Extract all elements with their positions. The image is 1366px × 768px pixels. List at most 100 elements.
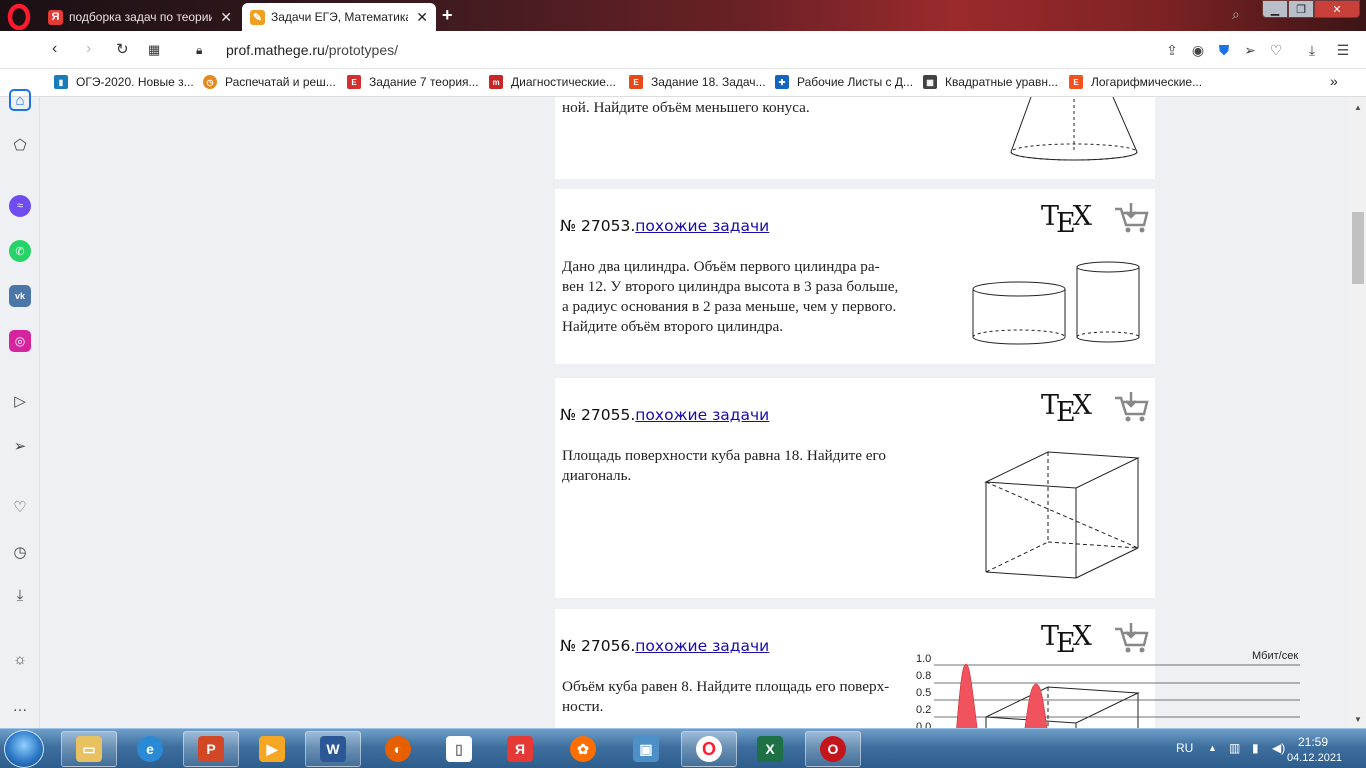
bookmark-item[interactable]: Е Логарифмические... bbox=[1069, 75, 1202, 89]
language-indicator[interactable]: RU bbox=[1176, 741, 1193, 755]
instagram-icon[interactable]: ◎ bbox=[9, 330, 31, 352]
taskbar-explorer[interactable]: ▭ bbox=[61, 731, 117, 767]
book-icon: ▮ bbox=[54, 75, 68, 89]
problem-text: Площадь поверхности куба равна 18. Найди… bbox=[562, 447, 886, 484]
bookmark-item[interactable]: Е Задание 18. Задач... bbox=[629, 75, 766, 89]
close-icon[interactable]: ✕ bbox=[408, 9, 428, 26]
heart-icon[interactable]: ♡ bbox=[9, 496, 31, 518]
clock-date[interactable]: 04.12.2021 bbox=[1287, 752, 1342, 764]
clock-time[interactable]: 21:59 bbox=[1298, 735, 1328, 749]
player-icon[interactable]: ▷ bbox=[9, 390, 31, 412]
vertical-scrollbar[interactable]: ▲ ▼ bbox=[1350, 97, 1366, 728]
bookmark-item[interactable]: m Диагностические... bbox=[489, 75, 616, 89]
easy-setup-icon[interactable]: ☰ bbox=[1334, 41, 1352, 59]
scroll-thumb[interactable] bbox=[1352, 212, 1364, 284]
cart-icon[interactable] bbox=[1113, 390, 1149, 424]
reel-icon: ✿ bbox=[570, 736, 596, 762]
close-icon[interactable]: ✕ bbox=[212, 9, 232, 26]
page-content: ной. Найдите объём меньшего конуса. № 27… bbox=[41, 97, 1350, 728]
similar-problems-link[interactable]: похожие задачи bbox=[635, 637, 769, 655]
bookmark-item[interactable]: ▦ Квадратные уравн... bbox=[923, 75, 1058, 89]
messenger-icon[interactable]: ≈ bbox=[9, 195, 31, 217]
cart-icon[interactable] bbox=[1113, 201, 1149, 235]
problem-card: ной. Найдите объём меньшего конуса. bbox=[555, 97, 1155, 179]
word-icon: W bbox=[320, 736, 346, 762]
similar-problems-link[interactable]: похожие задачи bbox=[635, 406, 769, 424]
tab-yandex[interactable]: Я подборка задач по теории ✕ bbox=[40, 3, 240, 31]
send-icon[interactable]: ➢ bbox=[1241, 41, 1259, 59]
bookmark-item[interactable]: Е Задание 7 теория... bbox=[347, 75, 479, 89]
taskbar-yandex[interactable]: Я bbox=[492, 731, 548, 767]
bookmark-item[interactable]: ◷ Распечатай и реш... bbox=[203, 75, 336, 89]
cylinders-figure bbox=[972, 261, 1140, 345]
lock-icon[interactable]: 🔒︎ bbox=[196, 43, 202, 58]
vpn-shield-icon[interactable]: ⛊ bbox=[1215, 41, 1233, 59]
network-icon[interactable]: ▥ bbox=[1229, 741, 1240, 755]
plus-icon: ✚ bbox=[775, 75, 789, 89]
traffic-spike bbox=[955, 663, 979, 734]
gadget-icon: ▣ bbox=[633, 736, 659, 762]
more-icon[interactable]: … bbox=[9, 695, 31, 717]
document-icon: ▯ bbox=[446, 736, 472, 762]
taskbar-firefox[interactable]: ◐ bbox=[370, 731, 426, 767]
problem-number: № 27053.похожие задачи bbox=[560, 217, 770, 235]
similar-problems-link[interactable]: похожие задачи bbox=[635, 217, 769, 235]
battery-icon[interactable]: ▮ bbox=[1252, 741, 1259, 755]
vk-icon[interactable]: vk bbox=[9, 285, 31, 307]
speed-dial-icon[interactable]: ⬠ bbox=[9, 134, 31, 156]
taskbar-notepad[interactable]: ▯ bbox=[431, 731, 487, 767]
download-icon[interactable]: ⤓ bbox=[9, 584, 31, 606]
tex-button[interactable]: TEX bbox=[1041, 390, 1092, 428]
taskbar-ie[interactable]: e bbox=[122, 731, 178, 767]
ege-icon: Е bbox=[347, 75, 361, 89]
bookmark-item[interactable]: ✚ Рабочие Листы с Д... bbox=[775, 75, 913, 89]
cube-figure bbox=[984, 451, 1140, 579]
reload-icon[interactable]: ↻ bbox=[116, 40, 129, 58]
taskbar-opera[interactable]: O bbox=[681, 731, 737, 767]
scroll-up-icon[interactable]: ▲ bbox=[1354, 103, 1362, 112]
opera-menu-icon[interactable] bbox=[6, 4, 32, 30]
problem-text: ной. Найдите объём меньшего конуса. bbox=[562, 99, 810, 116]
maximize-button[interactable]: ❐ bbox=[1288, 0, 1314, 18]
taskbar-gadget[interactable]: ▣ bbox=[618, 731, 674, 767]
back-icon[interactable]: ‹ bbox=[52, 40, 57, 58]
heart-icon[interactable]: ♡ bbox=[1267, 41, 1285, 59]
bookmarks-overflow-icon[interactable]: » bbox=[1330, 73, 1338, 89]
camera-icon[interactable]: ◉ bbox=[1189, 41, 1207, 59]
bookmark-item[interactable]: ▮ ОГЭ-2020. Новые з... bbox=[54, 75, 194, 89]
history-icon[interactable]: ◷ bbox=[9, 541, 31, 563]
forward-icon[interactable]: › bbox=[86, 40, 91, 58]
whatsapp-icon[interactable]: ✆ bbox=[9, 240, 31, 262]
url-field[interactable]: prof.mathege.ru/prototypes/ bbox=[226, 42, 398, 58]
ege-icon: Е bbox=[629, 75, 643, 89]
taskbar-powerpoint[interactable]: P bbox=[183, 731, 239, 767]
taskbar-excel[interactable]: X bbox=[742, 731, 798, 767]
taskbar-word[interactable]: W bbox=[305, 731, 361, 767]
taskbar-reel[interactable]: ✿ bbox=[555, 731, 611, 767]
speed-dial-icon[interactable]: ▦ bbox=[148, 42, 160, 58]
grid-icon: ▦ bbox=[923, 75, 937, 89]
tray-expand-icon[interactable]: ▲ bbox=[1208, 743, 1217, 753]
scroll-down-icon[interactable]: ▼ bbox=[1354, 715, 1362, 724]
start-button[interactable] bbox=[4, 730, 44, 768]
volume-icon[interactable]: ◀) bbox=[1272, 741, 1285, 755]
tab-strip: Я подборка задач по теории ✕ ✎ Задачи ЕГ… bbox=[0, 0, 1366, 31]
minimize-button[interactable]: ▁ bbox=[1262, 0, 1288, 18]
ege-icon: Е bbox=[1069, 75, 1083, 89]
folder-icon: ▭ bbox=[76, 736, 102, 762]
download-icon[interactable]: ⤓ bbox=[1303, 41, 1321, 59]
flow-icon[interactable]: ➢ bbox=[9, 435, 31, 457]
tab-search-icon[interactable]: ⌕ bbox=[1232, 6, 1240, 23]
tex-button[interactable]: TEX bbox=[1041, 201, 1092, 239]
taskbar-media[interactable]: ▶ bbox=[244, 731, 300, 767]
opera-red-icon: O bbox=[820, 736, 846, 762]
home-icon[interactable]: ⌂ bbox=[9, 89, 31, 111]
close-window-button[interactable]: ✕ bbox=[1314, 0, 1360, 18]
tab-mathege[interactable]: ✎ Задачи ЕГЭ, Математика, ✕ bbox=[242, 3, 436, 31]
taskbar-opera-gx[interactable]: O bbox=[805, 731, 861, 767]
share-icon[interactable]: ⇪ bbox=[1163, 41, 1181, 59]
mathege-icon: ✎ bbox=[250, 9, 265, 25]
firefox-icon: ◐ bbox=[385, 736, 411, 762]
new-tab-button[interactable]: + bbox=[442, 5, 453, 26]
lightbulb-icon[interactable]: ☼ bbox=[9, 648, 31, 670]
